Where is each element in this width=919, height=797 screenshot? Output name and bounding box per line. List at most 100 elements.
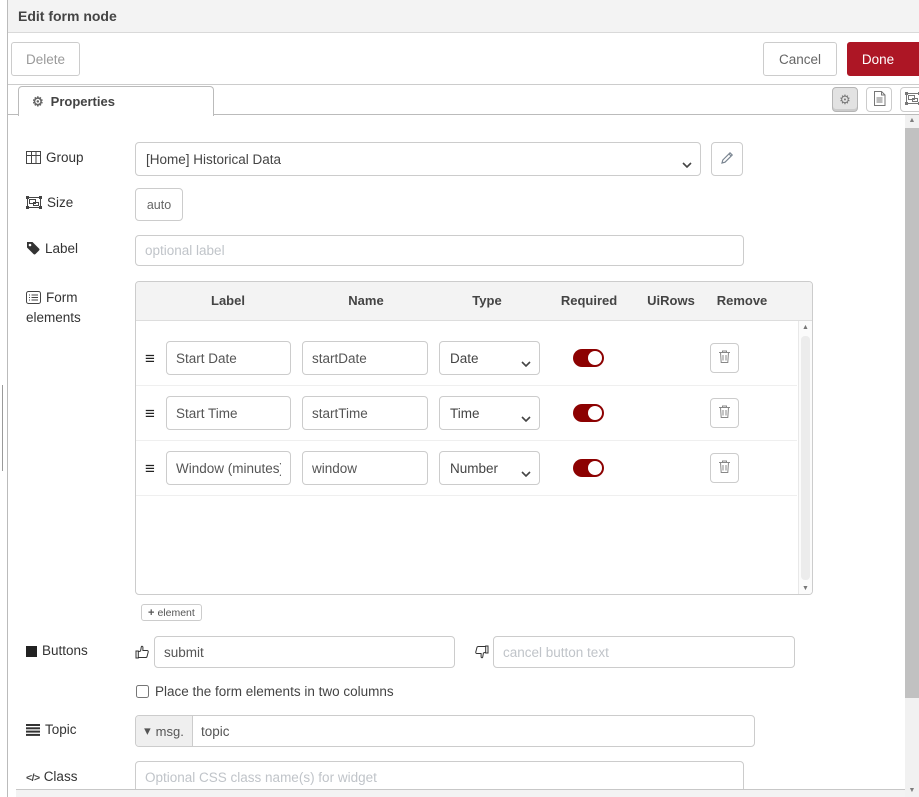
topic-type-button[interactable]: ▾ msg. <box>136 716 193 746</box>
tab-icon-buttons: ⚙︎ <box>832 87 919 112</box>
table-row: ≡ Number <box>136 441 797 496</box>
topic-type-label: msg. <box>156 724 184 739</box>
caret-down-icon: ▾ <box>144 723 151 739</box>
square-icon <box>26 644 37 662</box>
code-icon: </> <box>26 772 40 784</box>
size-label: Size <box>26 194 135 214</box>
dialog-title: Edit form node <box>18 8 117 24</box>
topic-value-input[interactable]: topic <box>193 716 754 746</box>
element-label-input[interactable] <box>166 451 291 485</box>
group-row: Group [Home] Historical Data <box>26 142 919 176</box>
table-row: ≡ Time <box>136 386 797 441</box>
cancel-button-text-input[interactable] <box>493 636 795 668</box>
delete-button[interactable]: Delete <box>11 42 80 76</box>
scroll-down-icon[interactable]: ▼ <box>802 585 809 592</box>
form-elements-table: Label Name Type Required UiRows Remove ≡… <box>135 281 813 595</box>
buttons-label: Buttons <box>26 642 135 662</box>
thumbs-down-icon <box>474 645 489 659</box>
size-row: Size auto <box>26 188 919 221</box>
palette-grip <box>2 385 3 471</box>
required-toggle[interactable] <box>573 459 604 477</box>
description-button[interactable] <box>866 87 892 112</box>
plus-icon: + <box>148 607 154 619</box>
remove-element-button[interactable] <box>710 343 739 373</box>
scroll-up-icon[interactable]: ▲ <box>802 324 809 331</box>
window-scrollbar-thumb[interactable] <box>905 128 919 698</box>
add-element-row: +element <box>26 604 919 621</box>
table-scrollbar[interactable]: ▲ ▼ <box>798 321 812 595</box>
table-row: ≡ Date <box>136 331 797 386</box>
tab-bar: ⚙︎ Properties ⚙︎ <box>8 85 919 115</box>
element-name-input[interactable] <box>302 341 428 375</box>
two-columns-row: Place the form elements in two columns <box>26 684 919 699</box>
chevron-down-icon <box>521 355 531 370</box>
document-icon <box>873 91 886 109</box>
required-toggle[interactable] <box>573 349 604 367</box>
dialog-button-bar: Delete Cancel Done <box>8 33 919 85</box>
two-columns-checkbox[interactable] <box>136 685 149 698</box>
topic-row: Topic ▾ msg. topic <box>26 715 919 747</box>
chevron-down-icon <box>682 156 692 171</box>
table-scrollbar-thumb[interactable] <box>801 336 810 580</box>
column-header-required: Required <box>561 282 617 320</box>
done-button[interactable]: Done <box>847 42 919 76</box>
trash-icon <box>718 349 731 367</box>
tab-properties-label: Properties <box>51 94 115 109</box>
tag-icon <box>26 241 40 260</box>
object-group-icon <box>905 92 919 108</box>
properties-form: Group [Home] Historical Data Size auto L… <box>8 115 919 797</box>
form-elements-label: Form elements <box>26 281 135 327</box>
editor-left-strip <box>0 0 8 797</box>
element-name-input[interactable] <box>302 451 428 485</box>
gear-icon: ⚙︎ <box>839 92 851 108</box>
column-header-type: Type <box>472 282 501 320</box>
element-type-select[interactable]: Number <box>439 451 540 485</box>
two-columns-label[interactable]: Place the form elements in two columns <box>155 684 394 699</box>
tab-properties[interactable]: ⚙︎ Properties <box>18 86 214 116</box>
column-header-remove: Remove <box>717 282 768 320</box>
scroll-down-icon[interactable]: ▼ <box>905 785 919 797</box>
trash-icon <box>718 459 731 477</box>
cancel-button[interactable]: Cancel <box>763 42 837 76</box>
element-type-select[interactable]: Time <box>439 396 540 430</box>
required-toggle[interactable] <box>573 404 604 422</box>
properties-gear-button[interactable]: ⚙︎ <box>832 87 858 112</box>
remove-element-button[interactable] <box>710 398 739 428</box>
submit-button-text-input[interactable] <box>154 636 455 668</box>
element-label-input[interactable] <box>166 396 291 430</box>
drag-handle-icon[interactable]: ≡ <box>145 460 165 477</box>
drag-handle-icon[interactable]: ≡ <box>145 350 165 367</box>
group-select[interactable]: [Home] Historical Data <box>135 142 701 176</box>
table-icon <box>26 151 41 169</box>
drag-handle-icon[interactable]: ≡ <box>145 405 165 422</box>
remove-element-button[interactable] <box>710 453 739 483</box>
table-body: ≡ Date ≡ <box>136 321 812 595</box>
add-element-button[interactable]: +element <box>141 604 202 621</box>
size-button[interactable]: auto <box>135 188 183 221</box>
chevron-down-icon <box>521 465 531 480</box>
element-type-select[interactable]: Date <box>439 341 540 375</box>
gear-icon: ⚙︎ <box>32 94 44 110</box>
dialog-header: Edit form node <box>8 0 919 33</box>
appearance-button[interactable] <box>900 87 919 112</box>
window-scrollbar[interactable]: ▲ ▼ <box>905 115 919 797</box>
dialog-footer-strip <box>16 789 919 797</box>
column-header-uirows: UiRows <box>647 282 695 320</box>
element-label-input[interactable] <box>166 341 291 375</box>
column-header-name: Name <box>348 282 383 320</box>
list-alt-icon <box>26 291 41 309</box>
bars-icon <box>26 723 40 741</box>
table-header: Label Name Type Required UiRows Remove <box>136 282 812 321</box>
edit-group-button[interactable] <box>711 142 743 176</box>
trash-icon <box>718 404 731 422</box>
label-input[interactable] <box>135 235 744 266</box>
label-row: Label <box>26 235 919 266</box>
scroll-up-icon[interactable]: ▲ <box>905 115 919 127</box>
class-label: </>Class <box>26 768 135 786</box>
edit-dialog: Edit form node Delete Cancel Done ⚙︎ Pro… <box>8 0 919 797</box>
label-label: Label <box>26 240 135 260</box>
element-name-input[interactable] <box>302 396 428 430</box>
chevron-down-icon <box>521 410 531 425</box>
form-elements-row: Form elements Label Name Type Required U… <box>26 281 919 595</box>
pencil-icon <box>720 151 734 168</box>
